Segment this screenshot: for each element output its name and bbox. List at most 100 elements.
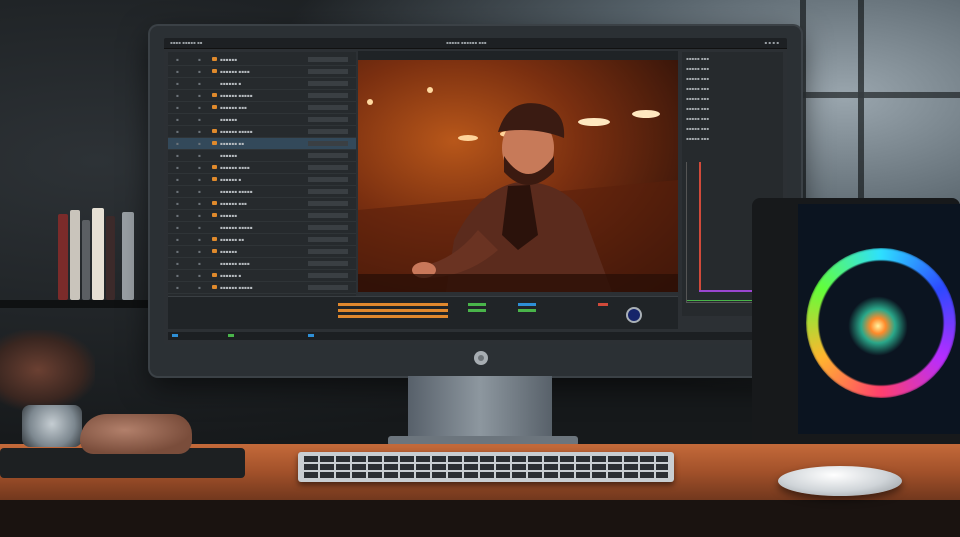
- project-row[interactable]: ▪ ▪ ▪▪▪▪▪▪ ▪: [168, 270, 356, 282]
- row-index: ▪: [176, 237, 179, 242]
- project-row[interactable]: ▪ ▪ ▪▪▪▪▪▪ ▪▪: [168, 138, 356, 150]
- row-flag: ▪: [198, 57, 201, 62]
- project-row[interactable]: ▪ ▪ ▪▪▪▪▪▪ ▪▪▪▪: [168, 258, 356, 270]
- project-row[interactable]: ▪ ▪ ▪▪▪▪▪▪ ▪▪▪: [168, 102, 356, 114]
- street-light: [427, 87, 433, 93]
- monitor: ▪▪▪▪ ▪▪▪▪▪ ▪▪ ▪▪▪▪▪ ▪▪▪▪▪▪ ▪▪▪ ▪ ▪ ▪ ▪ ▪…: [150, 26, 801, 376]
- effect-row[interactable]: ▪▪▪▪▪ ▪▪▪: [686, 76, 709, 81]
- table-edge: [358, 274, 678, 292]
- row-bar: [308, 81, 348, 86]
- viewer-header: [358, 51, 678, 60]
- status-indicator: [172, 334, 178, 337]
- project-row[interactable]: ▪ ▪ ▪▪▪▪▪▪ ▪: [168, 78, 356, 90]
- monitor-stand: [408, 376, 552, 440]
- book: [92, 208, 104, 300]
- effect-row[interactable]: ▪▪▪▪▪ ▪▪▪: [686, 66, 709, 71]
- project-row[interactable]: ▪ ▪ ▪▪▪▪▪▪ ▪▪▪▪: [168, 162, 356, 174]
- timeline-panel: [168, 296, 678, 329]
- timeline-clip[interactable]: [518, 309, 536, 312]
- status-indicator: [228, 334, 234, 337]
- row-label: ▪▪▪▪▪▪ ▪▪: [220, 237, 245, 242]
- street-light: [458, 135, 478, 141]
- effect-row[interactable]: ▪▪▪▪▪ ▪▪▪: [686, 96, 709, 101]
- row-label: ▪▪▪▪▪▪ ▪▪▪▪▪: [220, 285, 253, 290]
- vase: [0, 330, 95, 410]
- effect-row[interactable]: ▪▪▪▪▪ ▪▪▪: [686, 126, 709, 131]
- row-bar: [308, 57, 348, 62]
- effect-row[interactable]: ▪▪▪▪▪ ▪▪▪: [686, 116, 709, 121]
- row-flag: ▪: [198, 105, 201, 110]
- book: [58, 214, 68, 300]
- row-bar: [308, 129, 348, 134]
- row-bar: [308, 285, 348, 290]
- project-row[interactable]: ▪ ▪ ▪▪▪▪▪▪ ▪: [168, 174, 356, 186]
- project-row[interactable]: ▪ ▪ ▪▪▪▪▪▪ ▪▪▪▪▪: [168, 186, 356, 198]
- row-flag: ▪: [198, 165, 201, 170]
- row-bar: [308, 177, 348, 182]
- row-index: ▪: [176, 225, 179, 230]
- tablet-screen: [798, 204, 960, 434]
- row-index: ▪: [176, 189, 179, 194]
- keyboard[interactable]: [298, 452, 674, 482]
- menu-bar: ▪▪▪▪ ▪▪▪▪▪ ▪▪ ▪▪▪▪▪ ▪▪▪▪▪▪ ▪▪▪ ▪ ▪ ▪ ▪: [164, 38, 787, 49]
- project-row[interactable]: ▪ ▪ ▪▪▪▪▪▪ ▪▪▪▪▪: [168, 126, 356, 138]
- row-index: ▪: [176, 249, 179, 254]
- timeline-clip[interactable]: [598, 303, 608, 306]
- keyboard-keys[interactable]: [304, 456, 668, 478]
- project-row[interactable]: ▪ ▪ ▪▪▪▪▪▪ ▪▪▪▪▪: [168, 90, 356, 102]
- project-row[interactable]: ▪ ▪ ▪▪▪▪▪▪: [168, 210, 356, 222]
- timeline-clip[interactable]: [338, 303, 448, 306]
- effect-row[interactable]: ▪▪▪▪▪ ▪▪▪: [686, 136, 709, 141]
- mouse[interactable]: [778, 466, 902, 496]
- row-label: ▪▪▪▪▪▪ ▪▪▪▪▪: [220, 225, 253, 230]
- folder-icon: [212, 57, 217, 61]
- row-label: ▪▪▪▪▪▪: [220, 117, 238, 122]
- row-index: ▪: [176, 57, 179, 62]
- row-index: ▪: [176, 213, 179, 218]
- window-controls: ▪ ▪ ▪ ▪: [764, 40, 779, 45]
- row-index: ▪: [176, 285, 179, 290]
- row-index: ▪: [176, 117, 179, 122]
- project-row[interactable]: ▪ ▪ ▪▪▪▪▪▪: [168, 114, 356, 126]
- effect-row[interactable]: ▪▪▪▪▪ ▪▪▪: [686, 56, 709, 61]
- status-bar: [168, 332, 783, 340]
- jog-dial[interactable]: [626, 307, 642, 323]
- effect-row[interactable]: ▪▪▪▪▪ ▪▪▪: [686, 106, 709, 111]
- row-index: ▪: [176, 261, 179, 266]
- timeline-clip[interactable]: [468, 303, 486, 306]
- row-flag: ▪: [198, 69, 201, 74]
- timeline-clip[interactable]: [338, 315, 448, 318]
- row-flag: ▪: [198, 93, 201, 98]
- row-bar: [308, 105, 348, 110]
- timeline-clip[interactable]: [338, 309, 448, 312]
- project-row[interactable]: ▪ ▪ ▪▪▪▪▪▪: [168, 150, 356, 162]
- project-row[interactable]: ▪ ▪ ▪▪▪▪▪▪ ▪▪▪▪: [168, 66, 356, 78]
- row-bar: [308, 189, 348, 194]
- row-flag: ▪: [198, 129, 201, 134]
- row-flag: ▪: [198, 81, 201, 86]
- row-label: ▪▪▪▪▪▪ ▪▪▪▪: [220, 69, 250, 74]
- project-row[interactable]: ▪ ▪ ▪▪▪▪▪▪ ▪▪▪: [168, 198, 356, 210]
- street-light: [632, 110, 660, 118]
- project-row[interactable]: ▪ ▪ ▪▪▪▪▪▪ ▪▪: [168, 234, 356, 246]
- timeline-clip[interactable]: [468, 309, 486, 312]
- project-row[interactable]: ▪ ▪ ▪▪▪▪▪▪: [168, 54, 356, 66]
- row-label: ▪▪▪▪▪▪: [220, 249, 238, 254]
- video-viewer: [358, 60, 678, 292]
- project-row[interactable]: ▪ ▪ ▪▪▪▪▪▪ ▪▪▪▪▪: [168, 282, 356, 294]
- brand-logo: [474, 351, 488, 365]
- project-row[interactable]: ▪ ▪ ▪▪▪▪▪▪ ▪▪▪▪▪: [168, 222, 356, 234]
- book: [82, 220, 90, 300]
- menu-items: ▪▪▪▪ ▪▪▪▪▪ ▪▪: [170, 40, 203, 45]
- row-bar: [308, 93, 348, 98]
- project-row[interactable]: ▪ ▪ ▪▪▪▪▪▪: [168, 246, 356, 258]
- effect-row[interactable]: ▪▪▪▪▪ ▪▪▪: [686, 86, 709, 91]
- row-bar: [308, 273, 348, 278]
- street-light: [367, 99, 373, 105]
- row-bar: [308, 117, 348, 122]
- row-flag: ▪: [198, 261, 201, 266]
- timeline-clip[interactable]: [518, 303, 536, 306]
- books: [58, 205, 148, 300]
- book: [122, 212, 134, 300]
- row-index: ▪: [176, 153, 179, 158]
